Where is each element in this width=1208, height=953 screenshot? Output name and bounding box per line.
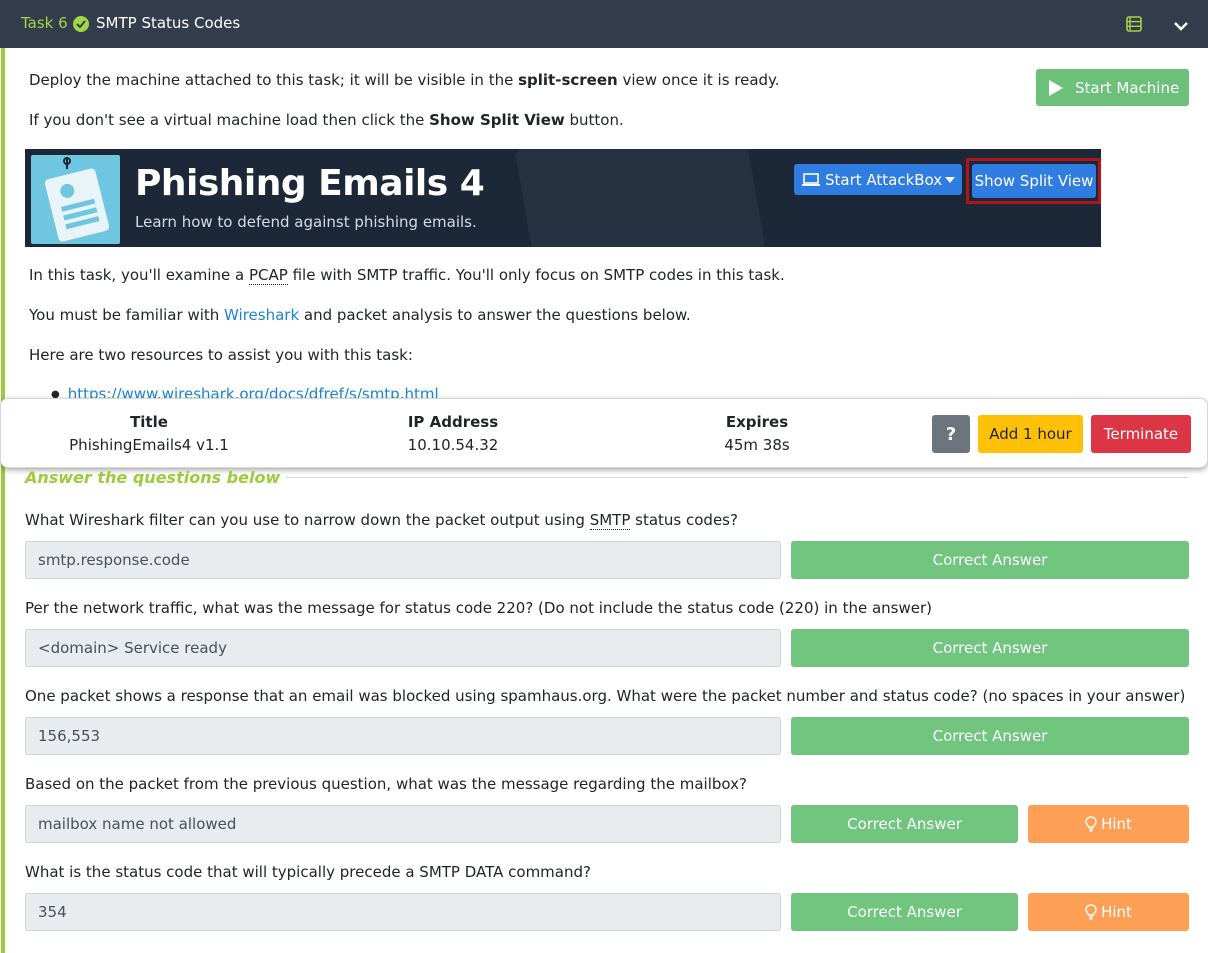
lightbulb-icon (1085, 816, 1097, 832)
correct-answer-button[interactable]: Correct Answer (791, 629, 1189, 667)
terminate-button[interactable]: Terminate (1091, 415, 1191, 453)
room-subtitle: Learn how to defend against phishing ema… (135, 213, 477, 231)
machine-title-col: Title PhishingEmails4 v1.1 (49, 411, 249, 457)
laptop-icon (802, 172, 820, 186)
help-button[interactable]: ? (932, 415, 970, 453)
answer-field[interactable]: mailbox name not allowed (25, 805, 781, 843)
show-split-view-button[interactable]: Show Split View (972, 164, 1096, 198)
lightbulb-icon (1085, 904, 1097, 920)
hint-button[interactable]: Hint (1028, 893, 1189, 931)
list-view-icon[interactable] (1126, 16, 1142, 32)
check-circle-icon (73, 16, 89, 32)
answer-field[interactable]: <domain> Service ready (25, 629, 781, 667)
question-text: Based on the packet from the previous qu… (25, 775, 747, 793)
machine-expires-value: 45m 38s (724, 436, 790, 454)
intro-paragraph-2: If you don't see a virtual machine load … (29, 111, 624, 129)
start-machine-button[interactable]: Start Machine (1036, 69, 1189, 106)
add-hour-button[interactable]: Add 1 hour (978, 415, 1083, 453)
wireshark-link[interactable]: Wireshark (224, 306, 299, 324)
banner-background-graphic (514, 149, 766, 247)
caret-down-icon[interactable] (945, 177, 955, 183)
task-number: Task 6 (21, 14, 68, 32)
body-paragraph-wireshark: You must be familiar with Wireshark and … (29, 306, 691, 324)
question-text: What Wireshark filter can you use to nar… (25, 511, 738, 530)
task-header[interactable]: Task 6 SMTP Status Codes (0, 0, 1208, 48)
correct-answer-button[interactable]: Correct Answer (791, 893, 1018, 931)
machine-info-bar: Title PhishingEmails4 v1.1 IP Address 10… (0, 398, 1208, 468)
start-attackbox-button[interactable]: Start AttackBox (794, 164, 962, 195)
machine-ip-value: 10.10.54.32 (407, 436, 499, 454)
intro-paragraph-1: Deploy the machine attached to this task… (29, 71, 780, 89)
answers-heading: Answer the questions below (25, 468, 281, 487)
play-icon (1049, 79, 1063, 96)
question-text: One packet shows a response that an emai… (25, 687, 1186, 705)
machine-ip-col: IP Address 10.10.54.32 (353, 411, 553, 457)
chevron-down-icon[interactable] (1173, 17, 1189, 31)
correct-answer-button[interactable]: Correct Answer (791, 717, 1189, 755)
id-badge-icon (31, 155, 120, 244)
room-title: Phishing Emails 4 (135, 163, 485, 204)
divider (286, 477, 1188, 478)
task-title: SMTP Status Codes (96, 14, 241, 32)
room-banner: Phishing Emails 4 Learn how to defend ag… (25, 149, 1101, 247)
answer-field[interactable]: smtp.response.code (25, 541, 781, 579)
question-text: Per the network traffic, what was the me… (25, 599, 932, 617)
hint-button[interactable]: Hint (1028, 805, 1189, 843)
machine-expires-col: Expires 45m 38s (657, 411, 857, 457)
split-view-highlight: Show Split View (966, 158, 1101, 204)
body-paragraph-pcap: In this task, you'll examine a PCAP file… (29, 266, 785, 285)
machine-title-value: PhishingEmails4 v1.1 (69, 436, 229, 454)
question-text: What is the status code that will typica… (25, 863, 591, 881)
answer-field[interactable]: 354 (25, 893, 781, 931)
body-paragraph-resources: Here are two resources to assist you wit… (29, 346, 413, 364)
correct-answer-button[interactable]: Correct Answer (791, 805, 1018, 843)
answer-field[interactable]: 156,553 (25, 717, 781, 755)
correct-answer-button[interactable]: Correct Answer (791, 541, 1189, 579)
